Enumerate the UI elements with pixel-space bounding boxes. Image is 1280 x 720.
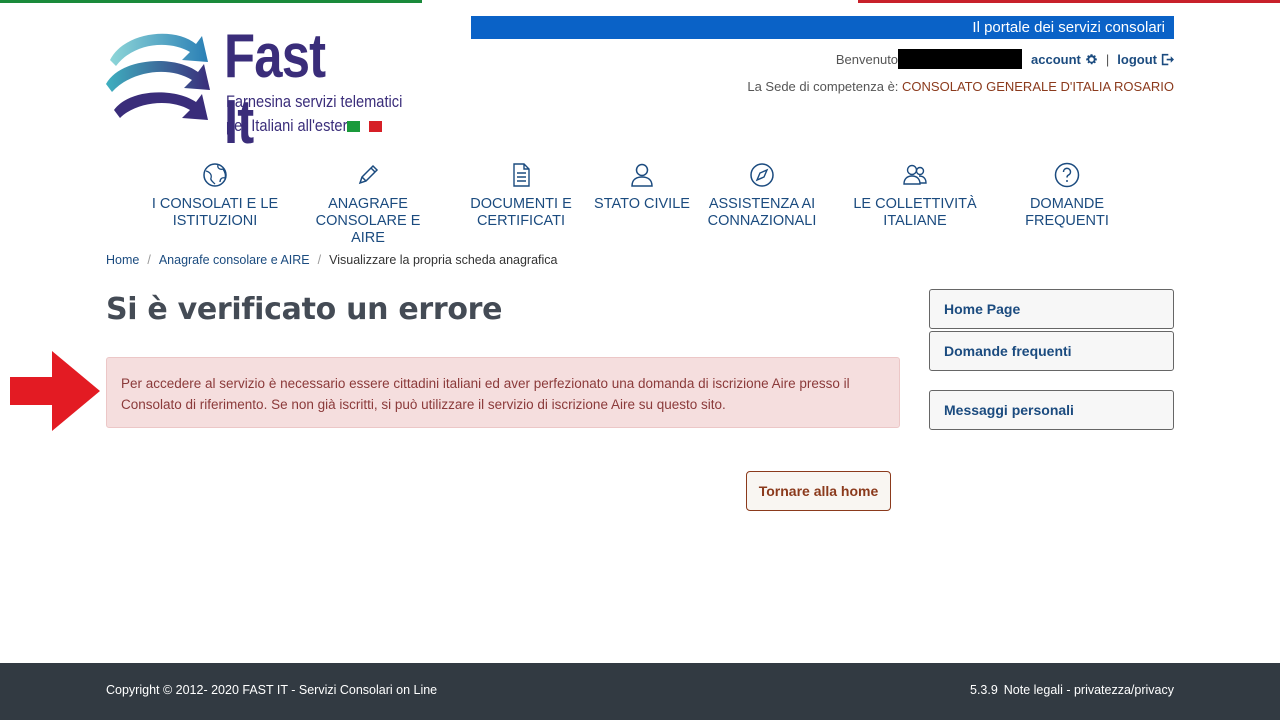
portal-banner: Il portale dei servizi consolari xyxy=(471,16,1174,39)
account-label: account xyxy=(1031,51,1081,67)
people-icon xyxy=(900,160,930,190)
nav-item-assistenza[interactable]: ASSISTENZA AI CONNAZIONALI xyxy=(702,160,822,230)
logout-label: logout xyxy=(1117,51,1157,67)
sidebar-home-page-button[interactable]: Home Page xyxy=(929,289,1174,329)
nav-label-line2: ITALIANE xyxy=(883,213,947,229)
annotation-arrow-icon xyxy=(10,351,100,431)
nav-label-line1: ASSISTENZA AI xyxy=(708,196,816,212)
sidebar-faq-button[interactable]: Domande frequenti xyxy=(929,331,1174,371)
page-title: Si è verificato un errore xyxy=(106,292,503,327)
nav-label-line2: ISTITUZIONI xyxy=(172,213,258,229)
error-alert: Per accedere al servizio è necessario es… xyxy=(106,357,900,428)
breadcrumb-separator: / xyxy=(317,253,322,267)
nav-item-collettivita[interactable]: LE COLLETTIVITÀ ITALIANE xyxy=(850,160,980,230)
italian-flag-icon xyxy=(347,121,382,132)
user-bar: Benvenuto account | logout xyxy=(836,49,1174,69)
breadcrumb-home[interactable]: Home xyxy=(106,253,139,267)
sede-label: La Sede di competenza è: xyxy=(747,79,899,94)
logout-link[interactable]: logout xyxy=(1117,52,1174,67)
nav-label-line1: ANAGRAFE xyxy=(328,196,408,212)
footer-copyright: Copyright © 2012- 2020 FAST IT - Servizi… xyxy=(106,683,438,697)
account-link[interactable]: account xyxy=(1031,52,1098,67)
sidebar-messages-button[interactable]: Messaggi personali xyxy=(929,390,1174,430)
breadcrumb-separator: / xyxy=(147,253,151,267)
welcome-label: Benvenuto xyxy=(835,51,899,67)
back-to-home-button[interactable]: Tornare alla home xyxy=(746,471,891,511)
logo-title: Fast It xyxy=(224,22,326,157)
nav-label-line1: STATO CIVILE xyxy=(594,196,690,212)
globe-icon xyxy=(200,160,230,190)
breadcrumb: Home / Anagrafe consolare e AIRE / Visua… xyxy=(106,253,558,267)
compass-icon xyxy=(747,160,777,190)
breadcrumb-current: Visualizzare la propria scheda anagrafic… xyxy=(329,253,558,267)
nav-label-line2: CONSOLARE E AIRE xyxy=(315,213,421,246)
flag-stripe-red xyxy=(858,0,1280,3)
footer-version: 5.3.9 xyxy=(970,683,998,697)
logo-subtitle-2: per Italiani all'estero xyxy=(226,116,356,135)
nav-item-anagrafe[interactable]: ANAGRAFE CONSOLARE E AIRE xyxy=(300,160,436,247)
consulate-info: La Sede di competenza è: CONSOLATO GENER… xyxy=(747,79,1174,94)
footer: Copyright © 2012- 2020 FAST IT - Servizi… xyxy=(0,663,1280,720)
gear-icon xyxy=(1086,53,1097,64)
nav-label-line1: DOCUMENTI E xyxy=(470,196,572,212)
logout-icon xyxy=(1161,53,1174,65)
nav-label-line1: DOMANDE FREQUENTI xyxy=(1025,196,1109,229)
nav-item-stato-civile[interactable]: STATO CIVILE xyxy=(592,160,692,213)
person-icon xyxy=(627,160,657,190)
nav-label-line2: CERTIFICATI xyxy=(476,213,566,229)
document-icon xyxy=(506,160,536,190)
header-separator: | xyxy=(1105,51,1110,67)
flag-stripe-green xyxy=(0,0,422,3)
nav-label-line1: I CONSOLATI E LE xyxy=(151,196,279,212)
redacted-username xyxy=(898,49,1023,69)
question-icon xyxy=(1052,160,1082,190)
sede-value: CONSOLATO GENERALE D'ITALIA ROSARIO xyxy=(902,79,1174,94)
globe-arrows-logo-icon xyxy=(106,33,210,120)
footer-legal-link[interactable]: Note legali - privatezza/privacy xyxy=(1004,683,1174,697)
nav-item-domande-frequenti[interactable]: DOMANDE FREQUENTI xyxy=(990,160,1144,230)
logo-subtitle-1: Farnesina servizi telematici xyxy=(226,92,403,111)
nav-label-line1: LE COLLETTIVITÀ xyxy=(853,196,977,212)
fast-it-logo[interactable]: Fast It Farnesina servizi telematici per… xyxy=(104,22,402,156)
pencil-icon xyxy=(353,160,383,190)
breadcrumb-anagrafe[interactable]: Anagrafe consolare e AIRE xyxy=(159,253,310,267)
main-nav: I CONSOLATI E LE ISTITUZIONI ANAGRAFE CO… xyxy=(0,160,1280,246)
nav-item-consolati[interactable]: I CONSOLATI E LE ISTITUZIONI xyxy=(150,160,280,230)
nav-item-documenti[interactable]: DOCUMENTI E CERTIFICATI xyxy=(470,160,572,230)
nav-label-line2: CONNAZIONALI xyxy=(707,213,817,229)
